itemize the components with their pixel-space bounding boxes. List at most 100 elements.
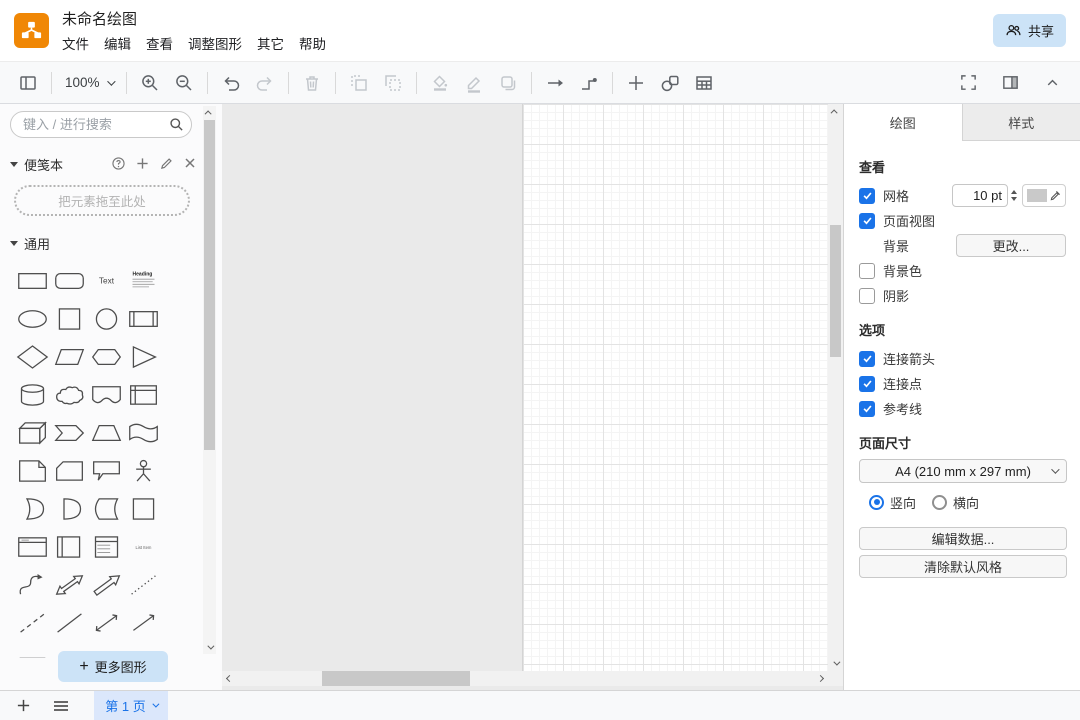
shape-triangle[interactable]	[125, 338, 162, 376]
scroll-up-icon[interactable]	[203, 106, 216, 119]
pages-list-button[interactable]	[46, 691, 76, 720]
change-background-button[interactable]: 更改...	[956, 234, 1066, 257]
scroll-down-icon[interactable]	[829, 657, 842, 670]
grid-checkbox[interactable]	[859, 188, 875, 204]
shape-data-storage[interactable]	[88, 490, 125, 528]
scroll-right-icon[interactable]	[814, 672, 827, 685]
collapse-toolbar-button[interactable]	[1040, 71, 1064, 95]
shape-link[interactable]	[14, 642, 51, 658]
scroll-up-icon[interactable]	[829, 105, 842, 118]
scroll-down-icon[interactable]	[203, 641, 216, 654]
zoom-level-dropdown[interactable]: 100%	[63, 75, 115, 90]
add-page-button[interactable]	[8, 691, 38, 720]
landscape-radio[interactable]	[932, 495, 947, 510]
format-panel-button[interactable]	[998, 71, 1022, 95]
menu-编辑[interactable]: 编辑	[104, 33, 131, 53]
background-color-checkbox[interactable]	[859, 263, 875, 279]
shape-search-input[interactable]	[10, 111, 192, 138]
shape-and[interactable]	[51, 490, 88, 528]
grid-size-input[interactable]: 10 pt	[952, 184, 1008, 207]
toggle-sidebar-button[interactable]	[16, 71, 40, 95]
shape-step[interactable]	[51, 414, 88, 452]
landscape-radio-option[interactable]: 横向	[932, 493, 979, 512]
connection-points-checkbox[interactable]	[859, 376, 875, 392]
shape-horizontal-container[interactable]	[14, 528, 51, 566]
menu-其它[interactable]: 其它	[257, 33, 284, 53]
menu-查看[interactable]: 查看	[146, 33, 173, 53]
shape-tape[interactable]	[125, 414, 162, 452]
shape-dashed-line[interactable]	[14, 604, 51, 642]
collapse-triangle-icon[interactable]	[10, 241, 18, 246]
shape-diamond[interactable]	[14, 338, 51, 376]
shape-bidirectional-arrow[interactable]	[51, 566, 88, 604]
close-scratchpad-icon[interactable]	[184, 157, 196, 172]
shape-square[interactable]	[51, 300, 88, 338]
scroll-left-icon[interactable]	[223, 672, 236, 685]
fullscreen-button[interactable]	[956, 71, 980, 95]
table-button[interactable]	[692, 71, 716, 95]
sidebar-scrollbar-thumb[interactable]	[204, 120, 215, 450]
scratchpad-dropzone[interactable]: 把元素拖至此处	[14, 185, 190, 216]
shape-document[interactable]	[88, 376, 125, 414]
shape-curve[interactable]	[14, 566, 51, 604]
shape-circle[interactable]	[88, 300, 125, 338]
menu-调整图形[interactable]: 调整图形	[188, 33, 242, 53]
undo-button[interactable]	[219, 71, 243, 95]
shape-bidirectional-connector[interactable]	[88, 604, 125, 642]
zoom-out-button[interactable]	[172, 71, 196, 95]
more-shapes-button[interactable]: + 更多图形	[58, 651, 168, 682]
shape-cloud[interactable]	[51, 376, 88, 414]
shape-list[interactable]	[88, 528, 125, 566]
clear-default-style-button[interactable]: 清除默认风格	[859, 555, 1067, 578]
shape-card[interactable]	[51, 452, 88, 490]
tab-style[interactable]: 样式	[962, 104, 1080, 141]
shape-directional-connector[interactable]	[125, 604, 162, 642]
grid-color-button[interactable]	[1022, 184, 1066, 207]
shape-dotted-line[interactable]	[125, 566, 162, 604]
edit-data-button[interactable]: 编辑数据...	[859, 527, 1067, 550]
grid-size-stepper[interactable]	[1011, 190, 1017, 201]
add-scratchpad-icon[interactable]	[136, 157, 149, 173]
menu-文件[interactable]: 文件	[62, 33, 89, 53]
page-size-dropdown[interactable]: A4 (210 mm x 297 mm)	[859, 459, 1067, 483]
drawing-page[interactable]	[522, 104, 828, 671]
shape-arrow[interactable]	[88, 566, 125, 604]
edit-scratchpad-icon[interactable]	[160, 157, 173, 173]
shape-ellipse[interactable]	[14, 300, 51, 338]
page-tab[interactable]: 第 1 页	[94, 691, 168, 720]
shape-trapezoid[interactable]	[88, 414, 125, 452]
shape-cube[interactable]	[14, 414, 51, 452]
canvas[interactable]	[222, 104, 843, 690]
collapse-triangle-icon[interactable]	[10, 162, 18, 167]
canvas-vertical-scrollbar[interactable]	[828, 104, 843, 671]
shape-vertical-container[interactable]	[51, 528, 88, 566]
shape-picker-button[interactable]	[658, 71, 682, 95]
portrait-radio[interactable]	[869, 495, 884, 510]
shape-text[interactable]: Text	[88, 262, 125, 300]
waypoints-button[interactable]	[577, 71, 601, 95]
insert-button[interactable]	[624, 71, 648, 95]
shadow-checkbox[interactable]	[859, 288, 875, 304]
shape-note[interactable]	[14, 452, 51, 490]
shape-actor[interactable]	[125, 452, 162, 490]
shape-process[interactable]	[125, 300, 162, 338]
sidebar-scrollbar[interactable]	[203, 106, 216, 654]
zoom-in-button[interactable]	[138, 71, 162, 95]
canvas-horizontal-scrollbar[interactable]	[222, 671, 828, 686]
shape-parallelogram[interactable]	[51, 338, 88, 376]
canvas-hscroll-thumb[interactable]	[322, 671, 470, 686]
portrait-radio-option[interactable]: 竖向	[869, 493, 916, 512]
shape-list-item[interactable]: List Item	[125, 528, 162, 566]
connection-arrow-button[interactable]	[543, 71, 567, 95]
shape-textbox[interactable]: Heading	[125, 262, 162, 300]
connection-arrows-checkbox[interactable]	[859, 351, 875, 367]
shape-internal-storage[interactable]	[125, 376, 162, 414]
help-icon[interactable]	[112, 157, 125, 173]
tab-diagram[interactable]: 绘图	[844, 104, 962, 141]
menu-帮助[interactable]: 帮助	[299, 33, 326, 53]
shape-hexagon[interactable]	[88, 338, 125, 376]
shape-rounded-rectangle[interactable]	[51, 262, 88, 300]
page-view-checkbox[interactable]	[859, 213, 875, 229]
shape-container[interactable]	[125, 490, 162, 528]
guides-checkbox[interactable]	[859, 401, 875, 417]
